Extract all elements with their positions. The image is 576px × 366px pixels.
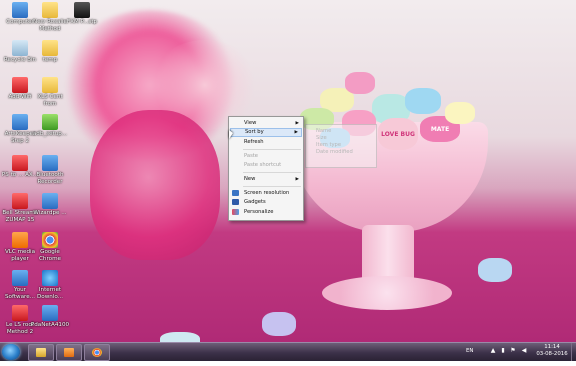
- vlc-icon: [12, 232, 28, 248]
- menu-item-new[interactable]: New ▶: [230, 175, 302, 184]
- menu-item-label: Paste: [244, 153, 259, 159]
- clock-date: 03-08-2016: [536, 351, 568, 357]
- folder-icon: [42, 77, 58, 93]
- menu-item-label: New: [244, 176, 256, 182]
- taskbar-chrome-button[interactable]: [84, 344, 110, 361]
- app-icon: [42, 193, 58, 209]
- menu-item-label: View: [244, 120, 257, 126]
- show-desktop-button[interactable]: [571, 343, 576, 361]
- wallpaper-candy: [478, 258, 512, 282]
- folder-icon: [42, 2, 58, 18]
- explorer-icon: [36, 348, 46, 357]
- wallpaper-bowl-foot: [322, 276, 452, 310]
- mouse-cursor-icon: [229, 130, 233, 139]
- menu-item-label: Gadgets: [244, 199, 266, 205]
- folder-icon: [42, 40, 58, 56]
- desktop-icon-pdanet[interactable]: PdaNetA4100: [30, 305, 70, 329]
- desktop-context-menu: View ▶ Sort by ▶ Refresh Paste Paste sho…: [228, 116, 304, 221]
- desktop-icon-label: XLS Cent from: [37, 94, 63, 107]
- app-icon: [12, 155, 28, 171]
- wallpaper-candy: [405, 88, 441, 114]
- menu-separator: [243, 172, 301, 173]
- taskbar-clock[interactable]: 11:14 03-08-2016: [534, 344, 570, 358]
- desktop-icon-label: Internet Downlo...: [36, 287, 64, 300]
- desktop-icon-label: temp: [42, 57, 58, 63]
- desktop-icon-fxm[interactable]: FXM P...stp: [62, 2, 102, 26]
- menu-item-label: Refresh: [244, 139, 264, 145]
- app-icon: [12, 270, 28, 286]
- wallpaper-candy: [445, 102, 475, 124]
- app-icon: [12, 193, 28, 209]
- recycle-bin-icon: [12, 40, 28, 56]
- chrome-icon: [92, 348, 102, 357]
- wallpaper-candy: [160, 332, 200, 342]
- pdf-icon: [12, 305, 28, 321]
- desktop-icon-xls-cent[interactable]: XLS Cent from: [30, 77, 70, 107]
- media-player-icon: [64, 348, 74, 357]
- desktop-icon-bluetooth-recorder[interactable]: Bluetooth Recorder: [30, 155, 70, 185]
- menu-item-view[interactable]: View ▶: [230, 119, 302, 128]
- taskbar: EN ▲ ▮ ⚑ ◀ 11:14 03-08-2016: [0, 342, 576, 361]
- wallpaper-candy: [345, 72, 375, 94]
- menu-item-label: Screen resolution: [244, 190, 290, 196]
- submenu-arrow-icon: ▶: [295, 121, 299, 126]
- pdf-icon: [12, 77, 28, 93]
- ie-icon: [42, 270, 58, 286]
- desktop-icon-label: adb_setup...: [32, 131, 68, 137]
- desktop-icon-temp[interactable]: temp: [30, 40, 70, 64]
- menu-item-screen-resolution[interactable]: Screen resolution: [230, 189, 302, 198]
- wallpaper-vase: [90, 110, 220, 260]
- desktop-icon-label: Google Chrome: [39, 249, 61, 262]
- menu-item-gadgets[interactable]: Gadgets: [230, 198, 302, 207]
- volume-icon[interactable]: ◀: [521, 348, 527, 354]
- desktop-icon-internet-download[interactable]: Internet Downlo...: [30, 270, 70, 300]
- menu-item-sort-by[interactable]: Sort by ▶: [230, 128, 302, 137]
- network-icon[interactable]: ▮: [500, 348, 506, 354]
- android-icon: [42, 114, 58, 130]
- wallpaper-candy: [262, 312, 296, 336]
- taskbar-explorer-button[interactable]: [28, 344, 54, 361]
- desktop-icon-wizardpe[interactable]: Wizardpe ...: [30, 193, 70, 217]
- screen-resolution-icon: [232, 190, 239, 196]
- desktop-icon-adb-setup[interactable]: adb_setup...: [30, 114, 70, 138]
- menu-separator: [243, 186, 301, 187]
- desktop-icon-label: FXM P...stp: [66, 19, 98, 25]
- menu-item-paste-shortcut[interactable]: Paste shortcut: [230, 161, 302, 170]
- action-center-flag-icon[interactable]: ⚑: [510, 348, 516, 354]
- start-button[interactable]: [2, 344, 20, 360]
- language-indicator[interactable]: EN: [466, 348, 473, 366]
- chrome-icon: [42, 232, 58, 248]
- desktop-icon-label: PdaNetA4100: [30, 322, 70, 328]
- personalize-icon: [232, 209, 239, 215]
- menu-item-label: Personalize: [244, 209, 274, 215]
- taskbar-media-player-button[interactable]: [56, 344, 82, 361]
- submenu-arrow-icon: ▶: [294, 130, 298, 135]
- app-icon: [42, 305, 58, 321]
- menu-item-refresh[interactable]: Refresh: [230, 138, 302, 147]
- wallpaper-candy-love-bug: LOVE BUG: [378, 118, 418, 150]
- app-icon: [74, 2, 90, 18]
- app-icon: [42, 155, 58, 171]
- menu-item-personalize[interactable]: Personalize: [230, 208, 302, 217]
- tray-overflow-icon[interactable]: ▲: [490, 348, 496, 354]
- app-icon: [12, 114, 28, 130]
- submenu-item-date-modified[interactable]: Date modified: [306, 148, 376, 157]
- desktop-icon-google-chrome[interactable]: Google Chrome: [30, 232, 70, 262]
- menu-item-label: Sort by: [245, 129, 264, 135]
- computer-icon: [12, 2, 28, 18]
- gadgets-icon: [232, 199, 239, 205]
- desktop-icon-label: Wizardpe ...: [33, 210, 67, 216]
- desktop-icon-label: Bluetooth Recorder: [36, 172, 64, 185]
- clock-time: 11:14: [544, 344, 560, 350]
- sort-by-submenu: Name Size Item type Date modified: [305, 124, 377, 168]
- submenu-arrow-icon: ▶: [295, 177, 299, 182]
- menu-item-paste[interactable]: Paste: [230, 152, 302, 161]
- menu-item-label: Paste shortcut: [244, 162, 282, 168]
- menu-separator: [243, 149, 301, 150]
